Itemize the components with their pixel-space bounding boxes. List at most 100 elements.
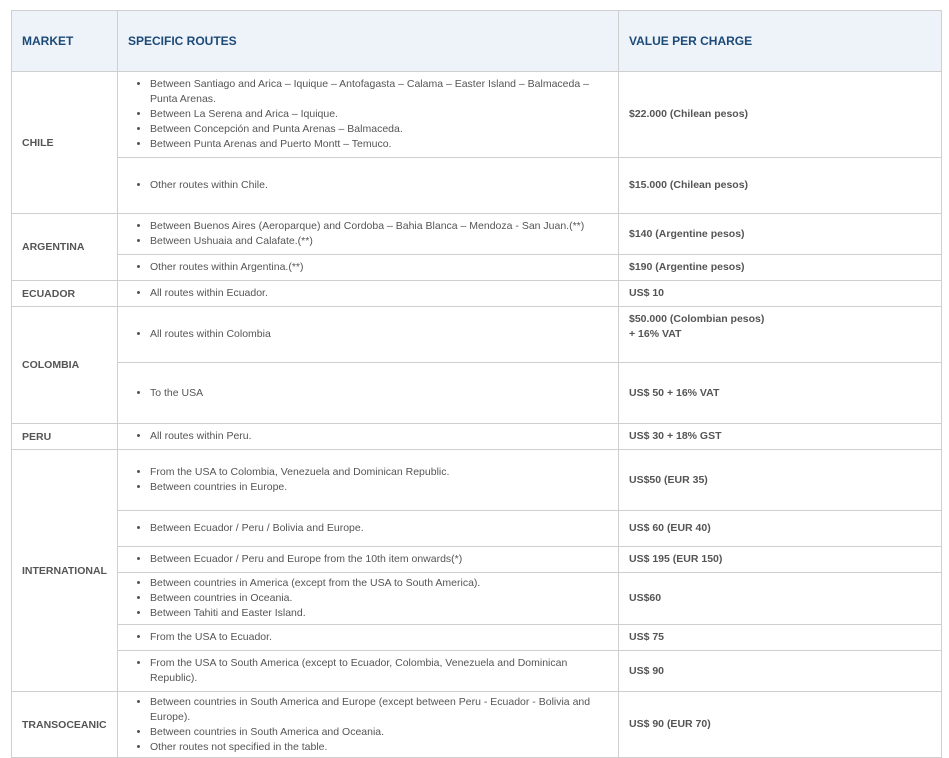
routes-cell: Between countries in South America and E… [117, 691, 619, 758]
value-cell: US$ 30 + 18% GST [618, 423, 942, 450]
routes-list: To the USA [128, 386, 608, 401]
route-item: Between countries in America (except fro… [150, 576, 608, 591]
value-text: US$ 50 + 16% VAT [629, 386, 720, 399]
table-row: COLOMBIA All routes within Colombia $50.00… [11, 306, 942, 424]
value-cell: $15.000 (Chilean pesos) [618, 157, 942, 214]
routes-cell: Other routes within Chile. [117, 157, 619, 214]
table-row: TRANSOCEANIC Between countries in South A… [11, 691, 942, 758]
routes-list: Between Buenos Aires (Aeroparque) and Co… [128, 219, 608, 249]
routes-cell: All routes within Ecuador. [117, 280, 619, 307]
routes-list: All routes within Ecuador. [128, 286, 608, 301]
route-item: Between Concepción and Punta Arenas – Ba… [150, 122, 608, 137]
route-item: Between Punta Arenas and Puerto Montt – … [150, 137, 608, 152]
value-cell: US$ 60 (EUR 40) [618, 510, 942, 547]
routes-list: All routes within Peru. [128, 429, 608, 444]
route-item: Between Ecuador / Peru and Europe from t… [150, 552, 608, 567]
table-row: ECUADOR All routes within Ecuador. US$ 10 [11, 280, 942, 307]
route-item: To the USA [150, 386, 608, 401]
market-cell: PERU [11, 423, 118, 450]
charges-table: MARKET SPECIFIC ROUTES VALUE PER CHARGE … [11, 10, 942, 758]
routes-list: Other routes within Argentina.(**) [128, 260, 608, 275]
routes-list: From the USA to Colombia, Venezuela and … [128, 465, 608, 495]
routes-list: From the USA to South America (except to… [128, 656, 608, 686]
route-item: Between Santiago and Arica – Iquique – A… [150, 77, 608, 107]
routes-cell: From the USA to Colombia, Venezuela and … [117, 449, 619, 511]
route-item: Between Tahiti and Easter Island. [150, 606, 608, 621]
route-item: Between Ecuador / Peru / Bolivia and Eur… [150, 521, 608, 536]
route-item: All routes within Colombia [150, 327, 608, 342]
market-cell: CHILE [11, 71, 118, 214]
value-cell: $22.000 (Chilean pesos) [618, 71, 942, 158]
route-item: Other routes not specified in the table. [150, 740, 608, 755]
routes-list: All routes within Colombia [128, 327, 608, 342]
value-text: US$ 10 [629, 287, 665, 299]
value-text: US$50 (EUR 35) [629, 473, 708, 486]
routes-list: Between countries in South America and E… [128, 695, 608, 755]
routes-list: Between Santiago and Arica – Iquique – A… [128, 77, 608, 152]
table-row: PERU All routes within Peru. US$ 30 + 18% … [11, 423, 942, 450]
header-market: MARKET [11, 10, 118, 72]
table-row: Other routes within Argentina.(**) $190 (… [12, 254, 942, 281]
route-item: Between countries in South America and E… [150, 695, 608, 725]
table-body: CHILE Between Santiago and Arica – Iquiqu… [11, 71, 942, 758]
market-cell: COLOMBIA [11, 306, 118, 424]
routes-list: Between Ecuador / Peru / Bolivia and Eur… [128, 521, 608, 536]
routes-cell: Between countries in America (except fro… [117, 572, 619, 625]
routes-list: Between Ecuador / Peru and Europe from t… [128, 552, 608, 567]
table-row: From the USA to South America (except to… [12, 650, 942, 692]
table-row: From the USA to Ecuador. US$ 75 [12, 624, 942, 651]
route-item: Between Buenos Aires (Aeroparque) and Co… [150, 219, 608, 234]
route-item: From the USA to South America (except to… [150, 656, 608, 686]
value-cell: US$ 90 [618, 650, 942, 692]
value-cell: $140 (Argentine pesos) [618, 213, 942, 255]
routes-cell: From the USA to Ecuador. [117, 624, 619, 651]
table-row: INTERNATIONAL From the USA to Colombia, V… [11, 449, 942, 692]
route-item: Between La Serena and Arica – Iquique. [150, 107, 608, 122]
market-cell: INTERNATIONAL [11, 449, 118, 692]
value-cell: US$50 (EUR 35) [618, 449, 942, 511]
route-item: All routes within Ecuador. [150, 286, 608, 301]
routes-cell: Other routes within Argentina.(**) [117, 254, 619, 281]
market-cell: TRANSOCEANIC [11, 691, 118, 758]
value-cell: US$ 195 (EUR 150) [618, 546, 942, 573]
value-cell: $50.000 (Colombian pesos) + 16% VAT [618, 306, 942, 363]
routes-list: Other routes within Chile. [128, 178, 608, 193]
route-item: Other routes within Chile. [150, 178, 608, 193]
route-item: Between countries in Europe. [150, 480, 608, 495]
routes-cell: Between Buenos Aires (Aeroparque) and Co… [117, 213, 619, 255]
routes-cell: Between Santiago and Arica – Iquique – A… [117, 71, 619, 158]
value-text: $140 (Argentine pesos) [629, 227, 745, 240]
value-cell: US$ 75 [618, 624, 942, 651]
routes-cell: To the USA [117, 362, 619, 424]
value-cell: US$ 10 [618, 280, 942, 307]
route-item: Between Ushuaia and Calafate.(**) [150, 234, 608, 249]
route-item: Other routes within Argentina.(**) [150, 260, 608, 275]
routes-list: From the USA to Ecuador. [128, 630, 608, 645]
table-row: Between countries in America (except fro… [12, 572, 942, 625]
value-cell: US$ 50 + 16% VAT [618, 362, 942, 424]
value-cell: US$ 90 (EUR 70) [618, 691, 942, 758]
table-row: ARGENTINA Between Buenos Aires (Aeroparqu… [11, 213, 942, 281]
value-cell: US$60 [618, 572, 942, 625]
value-text: US$ 30 + 18% GST [629, 430, 722, 442]
value-text: US$ 60 (EUR 40) [629, 522, 711, 534]
table-row: CHILE Between Santiago and Arica – Iquiqu… [11, 71, 942, 214]
header-value: VALUE PER CHARGE [618, 10, 942, 72]
value-text: US$ 90 (EUR 70) [629, 718, 711, 730]
value-text: $50.000 (Colombian pesos) [629, 313, 765, 325]
header-routes: SPECIFIC ROUTES [117, 10, 619, 72]
route-item: Between countries in Oceania. [150, 591, 608, 606]
table-row: Between Ecuador / Peru / Bolivia and Eur… [12, 510, 942, 547]
table-row: Between Ecuador / Peru and Europe from t… [12, 546, 942, 573]
routes-cell: All routes within Peru. [117, 423, 619, 450]
market-cell: ECUADOR [11, 280, 118, 307]
value-text: $190 (Argentine pesos) [629, 261, 745, 273]
header-row: MARKET SPECIFIC ROUTES VALUE PER CHARGE [11, 10, 942, 72]
value-cell: $190 (Argentine pesos) [618, 254, 942, 281]
value-text: US$60 [629, 592, 662, 604]
value-text: US$ 195 (EUR 150) [629, 553, 723, 565]
routes-cell: All routes within Colombia [117, 306, 619, 363]
market-cell: ARGENTINA [11, 213, 118, 281]
routes-list: Between countries in America (except fro… [128, 576, 608, 621]
value-text: US$ 75 [629, 631, 665, 643]
